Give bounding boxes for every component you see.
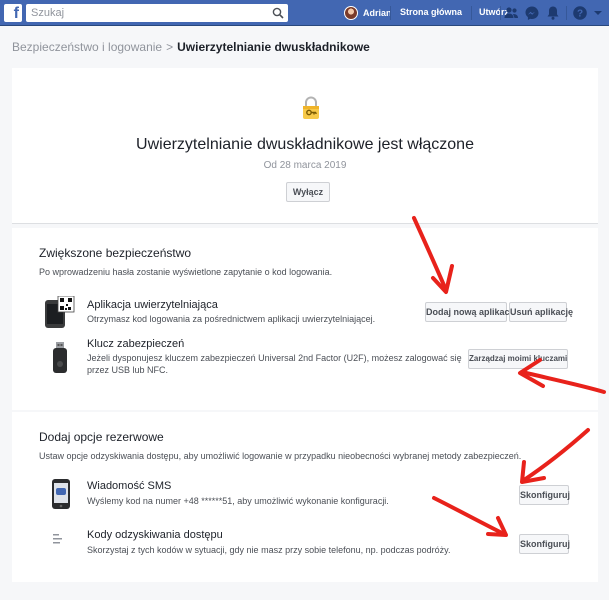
section-title: Dodaj opcje rezerwowe	[39, 430, 164, 444]
security-key-description: Jeżeli dysponujesz kluczem zabezpieczeń …	[87, 353, 462, 375]
recovery-codes-description: Skorzystaj z tych kodów w sytuacji, gdy …	[87, 545, 451, 555]
authenticator-app-icon	[45, 296, 75, 328]
profile-link[interactable]: Adrian	[344, 5, 392, 21]
enhanced-security-section: Zwiększone bezpieczeństwo Po wprowadzeni…	[12, 228, 598, 410]
user-name: Adrian	[363, 8, 392, 18]
auth-app-title: Aplikacja uwierzytelniająca	[87, 299, 218, 311]
security-key-title: Klucz zabezpieczeń	[87, 338, 185, 350]
recovery-codes-icon	[53, 534, 62, 544]
search-placeholder: Szukaj	[31, 7, 65, 19]
nav-divider	[390, 6, 391, 20]
phone-sms-icon	[52, 479, 70, 509]
section-description: Ustaw opcje odzyskiwania dostępu, aby um…	[39, 451, 522, 461]
padlock-key-icon	[303, 96, 319, 119]
manage-keys-button[interactable]: Zarządzaj moimi kluczami	[468, 349, 568, 369]
sms-title: Wiadomość SMS	[87, 480, 172, 492]
add-new-app-button[interactable]: Dodaj nową aplikację	[425, 302, 517, 322]
friend-requests-icon[interactable]	[503, 5, 519, 21]
configure-recovery-codes-button[interactable]: Skonfiguruj	[519, 534, 570, 554]
section-title: Zwiększone bezpieczeństwo	[39, 246, 192, 260]
avatar	[344, 6, 358, 20]
page-title: Uwierzytelnianie dwuskładnikowe jest włą…	[136, 136, 474, 153]
sms-description: Wyślemy kod na numer +48 ******51, aby u…	[87, 496, 389, 506]
remove-app-button[interactable]: Usuń aplikację	[509, 302, 573, 322]
search-input[interactable]: Szukaj	[26, 4, 288, 22]
section-description: Po wprowadzeniu hasła zostanie wyświetlo…	[39, 267, 333, 277]
two-factor-status-panel: Uwierzytelnianie dwuskładnikowe jest włą…	[12, 68, 598, 224]
facebook-logo-icon[interactable]: f	[4, 4, 22, 22]
backup-options-section: Dodaj opcje rezerwowe Ustaw opcje odzysk…	[12, 412, 598, 582]
breadcrumb-parent-link[interactable]: Bezpieczeństwo i logowanie	[12, 40, 162, 54]
search-icon[interactable]	[272, 7, 284, 19]
home-link[interactable]: Strona główna	[400, 7, 462, 17]
nav-divider	[566, 6, 567, 20]
recovery-codes-title: Kody odzyskiwania dostępu	[87, 529, 223, 541]
notifications-bell-icon[interactable]	[545, 5, 561, 21]
nav-divider	[500, 6, 501, 20]
breadcrumb-current: Uwierzytelnianie dwuskładnikowe	[177, 40, 370, 54]
nav-divider	[471, 6, 472, 20]
security-key-icon	[53, 342, 67, 373]
top-navigation-bar: f Szukaj Adrian Strona główna Utwórz ?	[0, 0, 609, 26]
account-dropdown-icon[interactable]	[592, 5, 604, 21]
messenger-icon[interactable]	[524, 5, 540, 21]
svg-text:?: ?	[577, 9, 583, 20]
configure-sms-button[interactable]: Skonfiguruj	[519, 485, 570, 505]
disable-button[interactable]: Wyłącz	[286, 182, 330, 202]
help-icon[interactable]: ?	[572, 5, 588, 21]
enabled-date: Od 28 marca 2019	[263, 160, 347, 171]
breadcrumb: Bezpieczeństwo i logowanie > Uwierzytelnia…	[12, 40, 370, 54]
breadcrumb-separator: >	[166, 40, 174, 54]
auth-app-description: Otrzymasz kod logowania za pośrednictwem…	[87, 314, 376, 324]
